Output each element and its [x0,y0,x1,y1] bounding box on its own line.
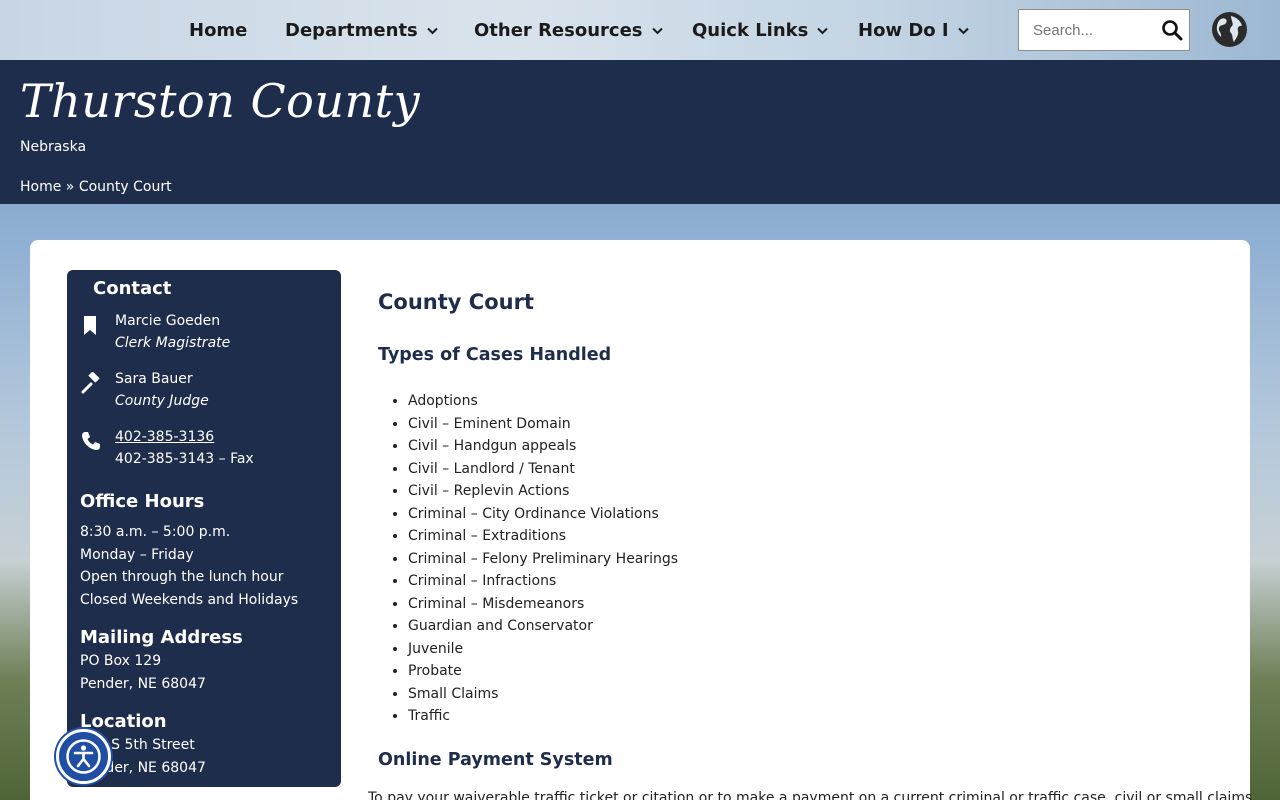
chevron-down-icon [427,25,438,38]
contact-heading: Contact [93,278,172,299]
list-item: Criminal – Felony Preliminary Hearings [408,548,678,571]
phone-link[interactable]: 402-385-3136 [115,429,214,445]
list-item: Civil – Handgun appeals [408,435,678,458]
top-navigation: Home Departments Other Resources Quick L… [0,0,1280,60]
list-item: Probate [408,660,678,683]
accessibility-icon [59,739,108,785]
site-title[interactable]: Thurston County [20,74,420,128]
nav-home-label: Home [189,19,248,41]
list-item: Criminal – Extraditions [408,525,678,548]
list-item: Civil – Landlord / Tenant [408,458,678,481]
nav-departments[interactable]: Departments [285,0,438,60]
list-item: Criminal – Misdemeanors [408,593,678,616]
contact-clerk: Marcie Goeden Clerk Magistrate [80,310,230,354]
accessibility-button[interactable] [56,729,111,784]
nav-other-resources-label: Other Resources [474,19,643,41]
mailing-line: PO Box 129 [80,653,162,669]
list-item: Guardian and Conservator [408,615,678,638]
chevron-down-icon [957,25,969,38]
site-header: Thurston County Nebraska Home » County C… [0,60,1280,204]
site-subtitle: Nebraska [20,139,87,155]
mailing-line: Pender, NE 68047 [80,675,206,692]
fax-number: 402-385-3143 – Fax [115,451,254,467]
location-heading: Location [80,711,167,732]
payment-text: To pay your waiverable traffic ticket or… [368,790,1253,800]
nav-other-resources[interactable]: Other Resources [474,0,663,60]
chevron-down-icon [651,25,663,38]
office-hours-line: Monday – Friday [80,546,194,563]
list-item: Juvenile [408,638,678,661]
list-item: Traffic [408,705,678,728]
contact-name: Marcie Goeden [115,313,221,329]
nav-home[interactable]: Home [189,0,247,60]
list-item: Civil – Eminent Domain [408,413,678,436]
bookmark-icon [80,314,102,336]
breadcrumb-current: County Court [78,179,172,195]
nav-quick-links[interactable]: Quick Links [692,0,829,60]
office-hours-heading: Office Hours [80,491,205,512]
list-item: Adoptions [408,390,678,413]
contact-phone: 402-385-3136 402-385-3143 – Fax [80,426,254,470]
nav-quick-links-label: Quick Links [692,19,809,41]
payment-heading: Online Payment System [378,750,613,770]
nav-departments-label: Departments [285,19,418,41]
contact-role: Clerk Magistrate [115,335,231,351]
chevron-down-icon [817,25,829,38]
search-icon[interactable] [1161,19,1183,41]
office-hours-line: 8:30 a.m. – 5:00 p.m. [80,524,231,540]
office-hours-line: Open through the lunch hour [80,569,284,585]
breadcrumb-separator: » [65,179,75,195]
nav-how-do-i[interactable]: How Do I [858,0,969,60]
page-title: County Court [378,290,534,314]
contact-judge: Sara Bauer County Judge [80,368,209,412]
nav-how-do-i-label: How Do I [858,19,949,41]
cases-list: Adoptions Civil – Eminent Domain Civil –… [408,390,678,728]
contact-sidebar: Contact Marcie Goeden Clerk Magistrate S… [67,270,341,787]
contact-role: County Judge [115,393,209,409]
list-item: Civil – Replevin Actions [408,480,678,503]
list-item: Criminal – City Ordinance Violations [408,503,678,526]
mailing-address-heading: Mailing Address [80,627,243,648]
breadcrumb-home-link[interactable]: Home [20,179,61,195]
list-item: Small Claims [408,683,678,706]
contact-name: Sara Bauer [115,371,193,387]
cases-heading: Types of Cases Handled [378,345,612,365]
search-box [1018,9,1190,51]
content-card: Contact Marcie Goeden Clerk Magistrate S… [30,240,1253,800]
mailing-address-text: PO Box 129 Pender, NE 68047 [80,650,206,695]
search-input[interactable] [1033,21,1163,39]
office-hours-text: 8:30 a.m. – 5:00 p.m. Monday – Friday Op… [80,521,298,611]
phone-icon [80,430,102,452]
list-item: Criminal – Infractions [408,570,678,593]
office-hours-line: Closed Weekends and Holidays [80,591,299,608]
breadcrumb: Home » County Court [20,179,172,195]
globe-icon[interactable] [1211,11,1248,48]
gavel-icon [80,371,102,394]
